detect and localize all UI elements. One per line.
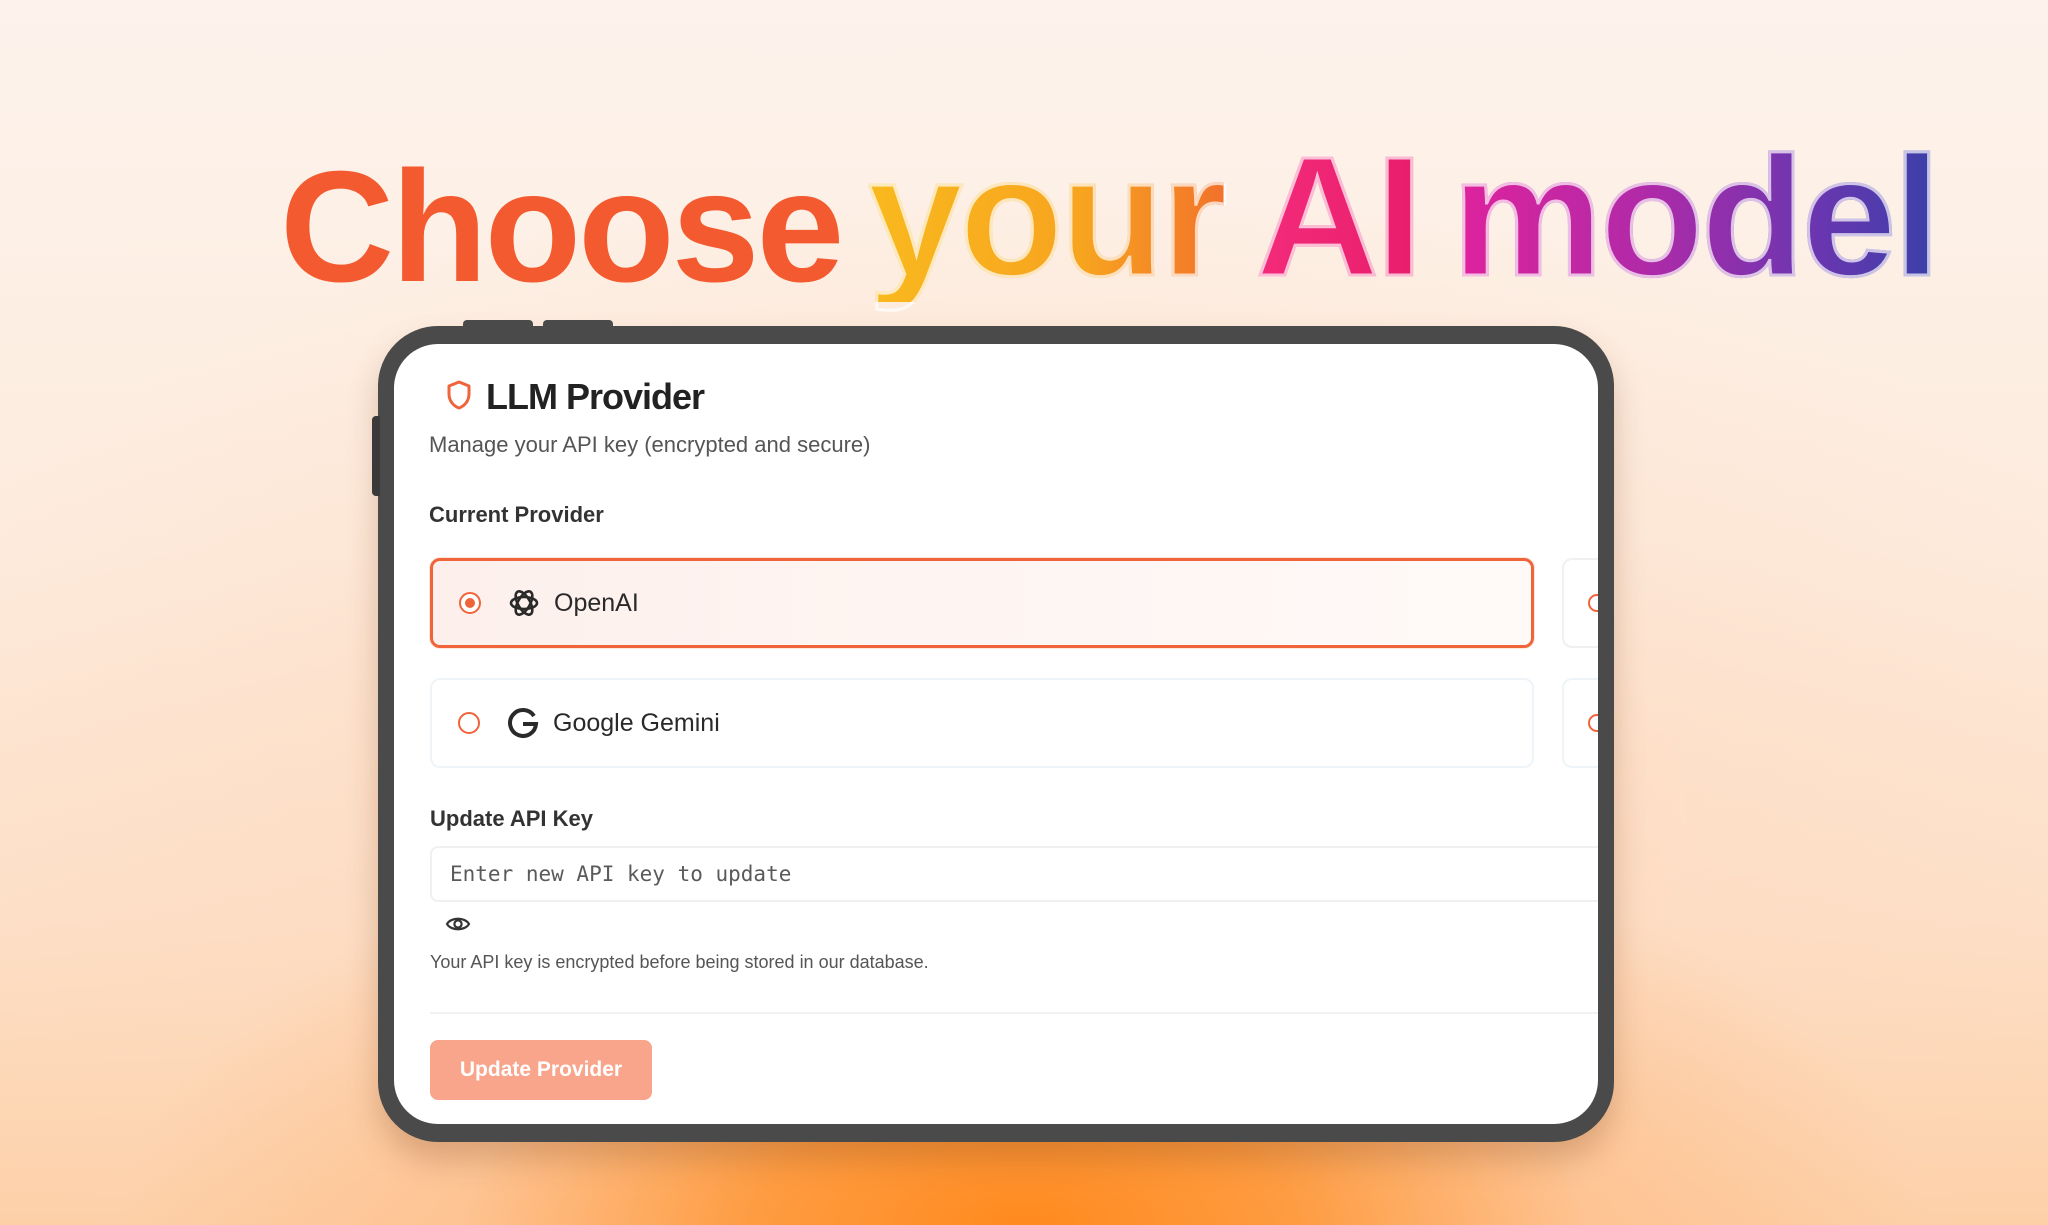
card-subtitle: Manage your API key (encrypted and secur… [429,432,871,457]
api-key-input[interactable] [430,846,1598,902]
radio-peek[interactable] [1588,714,1598,732]
radio-selected-dot [465,598,475,608]
headline-word-model: model [1451,122,1943,312]
tablet-side-button [372,416,380,496]
divider [430,1012,1598,1014]
card-header: LLM Provider [446,376,705,418]
provider-label-openai: OpenAI [554,588,639,617]
radio-openai[interactable] [459,592,481,614]
tablet-button [543,320,613,328]
card-title: LLM Provider [486,376,705,417]
radio-gemini[interactable] [458,712,480,734]
settings-panel: LLM Provider Manage your API key (encryp… [394,344,1598,1124]
radio-peek[interactable] [1588,594,1598,612]
update-provider-button[interactable]: Update Provider [430,1040,652,1100]
provider-option-openai[interactable]: OpenAI [430,558,1534,648]
tablet-button [463,320,533,328]
eye-icon[interactable] [444,910,472,938]
provider-label-gemini: Google Gemini [553,708,720,737]
tablet-frame: LLM Provider Manage your API key (encryp… [372,320,1614,1142]
headline-word-choose: Choose [280,139,844,315]
openai-logo-icon [507,586,541,620]
shield-icon [446,380,472,415]
provider-option-peek[interactable] [1562,558,1598,648]
current-provider-label: Current Provider [429,502,604,527]
headline: Choose your AI model [0,60,2048,307]
headline-word-ai: AI [1255,122,1425,312]
update-api-key-label: Update API Key [430,806,594,831]
google-g-icon [506,706,540,740]
headline-word-your: your [866,122,1228,312]
provider-option-gemini[interactable]: Google Gemini [430,678,1534,768]
provider-option-peek[interactable] [1562,678,1598,768]
api-key-hint: Your API key is encrypted before being s… [430,952,929,972]
